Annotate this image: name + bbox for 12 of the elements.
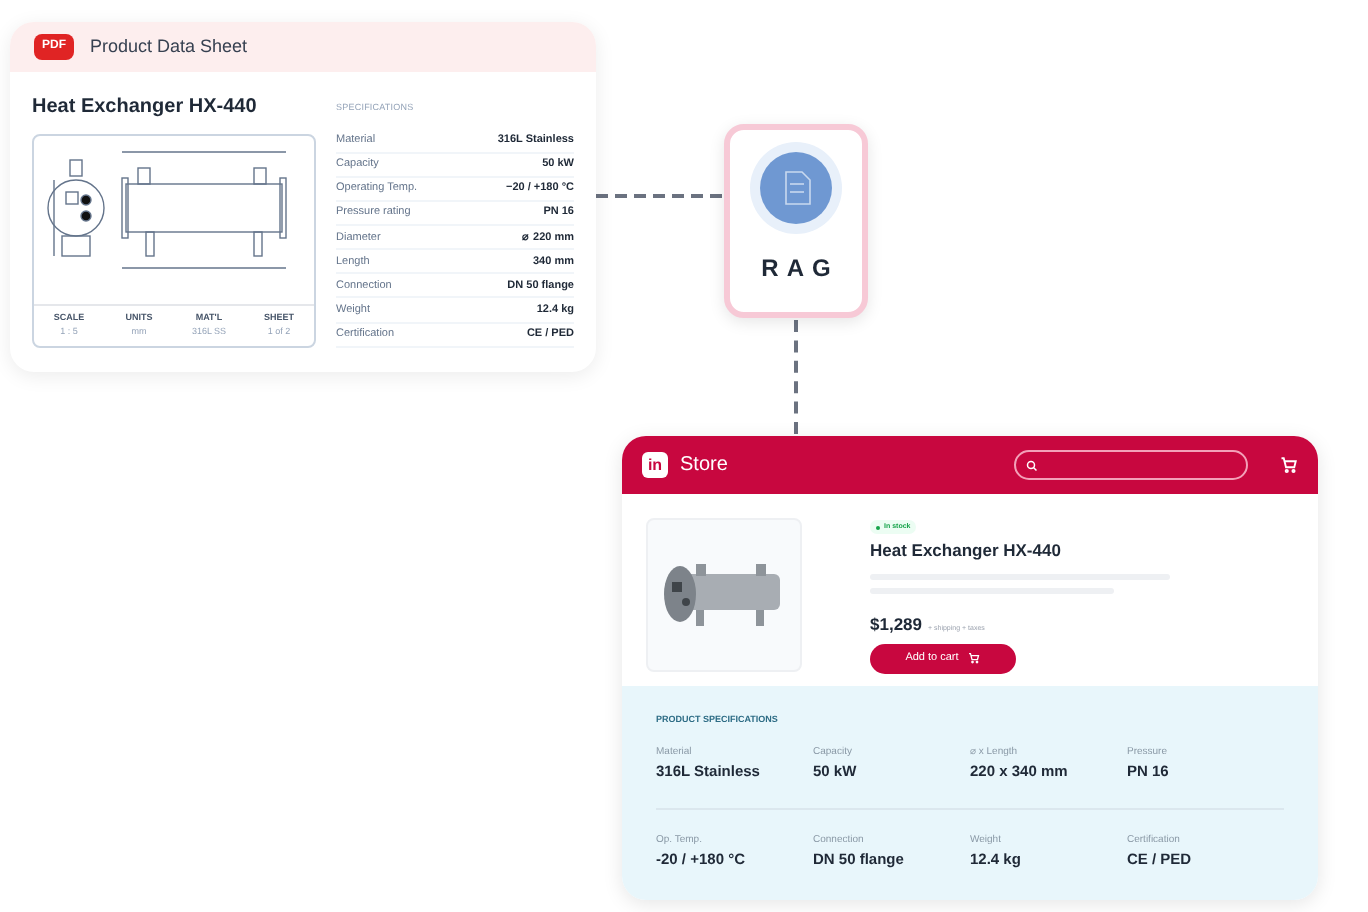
search-icon [1026,459,1038,471]
store-logo: in [642,452,668,478]
store-title: Store [680,452,728,480]
cart-icon [968,652,981,665]
document-icon [760,152,832,224]
cart-icon[interactable] [1280,456,1298,474]
rag-label: RAG [759,252,839,286]
product-title: Heat Exchanger HX-440 [32,94,259,122]
store-product-title: Heat Exchanger HX-440 [870,538,1063,564]
price: $1,289 [870,612,922,638]
search-field[interactable] [1014,450,1248,480]
datasheet-title: Product Data Sheet [90,33,248,60]
